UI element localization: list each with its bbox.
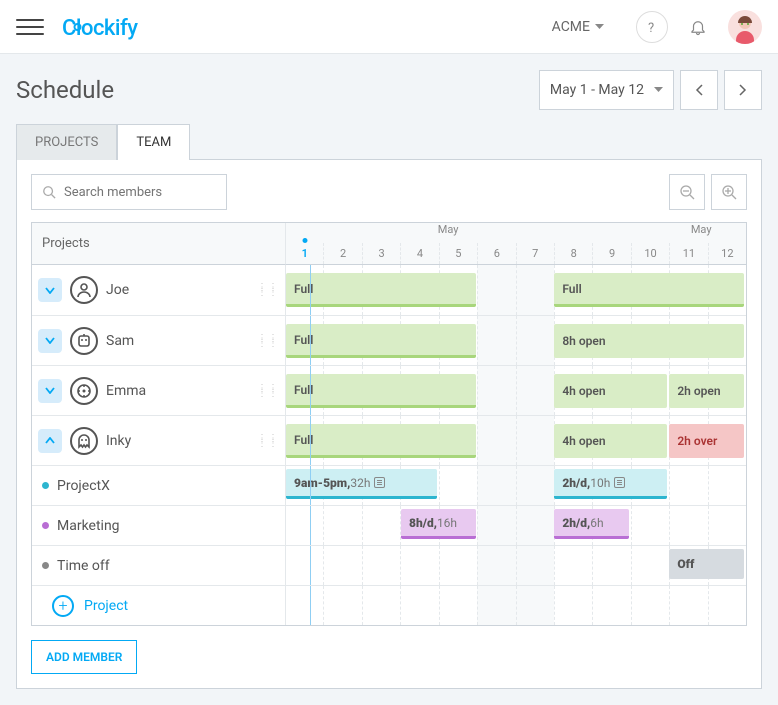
expand-toggle[interactable] [38, 429, 62, 453]
schedule-bar[interactable]: 8h/d, 16h [401, 509, 476, 539]
date-range-picker[interactable]: May 1 - May 12 [539, 70, 674, 110]
member-name: Joe [106, 282, 129, 298]
member-name: Inky [106, 433, 131, 449]
member-name: Sam [106, 333, 134, 349]
project-color-dot [42, 522, 49, 529]
plus-icon: + [52, 595, 74, 617]
schedule-bar[interactable]: 2h/d, 6h [554, 509, 629, 539]
user-avatar[interactable] [728, 10, 762, 44]
search-icon [42, 184, 56, 200]
note-icon [374, 477, 385, 488]
day-header: 11 [669, 243, 707, 264]
member-avatar-icon [70, 276, 98, 304]
member-name: Emma [106, 383, 146, 399]
page-title: Schedule [16, 76, 114, 104]
grid-corner-label: Projects [32, 223, 286, 265]
assignment-name: ProjectX [57, 478, 110, 494]
schedule-bar[interactable]: 4h open [554, 374, 667, 408]
schedule-grid: Projects May May 123456789101112 Joe⋮⋮⋮⋮… [31, 222, 747, 626]
date-range-text: May 1 - May 12 [550, 82, 644, 98]
expand-toggle[interactable] [38, 329, 62, 353]
member-avatar-icon [70, 327, 98, 355]
zoom-in-button[interactable] [711, 174, 747, 210]
add-member-button[interactable]: ADD MEMBER [31, 640, 137, 674]
assignment-name: Time off [57, 558, 110, 574]
schedule-bar[interactable]: 2h/d, 10h [554, 469, 667, 499]
drag-handle[interactable]: ⋮⋮⋮⋮ [257, 336, 279, 346]
schedule-bar[interactable]: Full [286, 424, 476, 458]
member-avatar-icon [70, 427, 98, 455]
day-header: 10 [631, 243, 669, 264]
schedule-bar[interactable]: Off [669, 549, 744, 579]
caret-down-icon [595, 24, 604, 30]
workspace-name: ACME [552, 19, 590, 35]
expand-toggle[interactable] [38, 278, 62, 302]
logo: Clockify [62, 12, 182, 41]
month-label: May [438, 223, 459, 243]
search-input-wrapper[interactable] [31, 174, 227, 210]
day-header: 5 [439, 243, 477, 264]
schedule-bar[interactable]: 2h open [669, 374, 744, 408]
schedule-bar[interactable]: 4h open [554, 424, 667, 458]
drag-handle[interactable]: ⋮⋮⋮⋮ [257, 285, 279, 295]
next-button[interactable] [724, 70, 762, 110]
day-header: 9 [592, 243, 630, 264]
expand-toggle[interactable] [38, 379, 62, 403]
prev-button[interactable] [680, 70, 718, 110]
notifications-button[interactable] [682, 11, 714, 43]
assignment-name: Marketing [57, 518, 120, 534]
day-header: 7 [516, 243, 554, 264]
tab-team[interactable]: TEAM [117, 124, 190, 160]
add-project-button[interactable]: +Project [42, 595, 128, 617]
help-button[interactable]: ? [636, 11, 668, 43]
day-header: 12 [708, 243, 746, 264]
day-header: 1 [286, 243, 323, 264]
schedule-bar[interactable]: 9am-5pm, 32h [286, 469, 437, 499]
schedule-bar[interactable]: Full [286, 374, 476, 408]
zoom-out-button[interactable] [669, 174, 705, 210]
project-color-dot [42, 562, 49, 569]
menu-button[interactable] [16, 13, 44, 41]
schedule-bar[interactable]: Full [286, 273, 476, 307]
tab-projects[interactable]: PROJECTS [16, 124, 117, 160]
workspace-selector[interactable]: ACME [552, 19, 604, 35]
day-header: 2 [323, 243, 361, 264]
day-header: 4 [400, 243, 438, 264]
drag-handle[interactable]: ⋮⋮⋮⋮ [257, 436, 279, 446]
schedule-bar[interactable]: Full [286, 324, 476, 358]
month-label: May [691, 223, 746, 243]
drag-handle[interactable]: ⋮⋮⋮⋮ [257, 386, 279, 396]
schedule-bar[interactable]: 8h open [554, 324, 744, 358]
day-header: 6 [477, 243, 515, 264]
day-header: 3 [362, 243, 400, 264]
caret-down-icon [654, 87, 663, 93]
day-header-row: 123456789101112 [286, 243, 746, 265]
note-icon [614, 477, 625, 488]
project-color-dot [42, 482, 49, 489]
schedule-bar[interactable]: Full [554, 273, 744, 307]
search-input[interactable] [64, 185, 216, 200]
schedule-bar[interactable]: 2h over [669, 424, 744, 458]
day-header: 8 [554, 243, 592, 264]
svg-text:Clockify: Clockify [62, 16, 138, 41]
svg-text:?: ? [648, 21, 654, 34]
member-avatar-icon [70, 377, 98, 405]
